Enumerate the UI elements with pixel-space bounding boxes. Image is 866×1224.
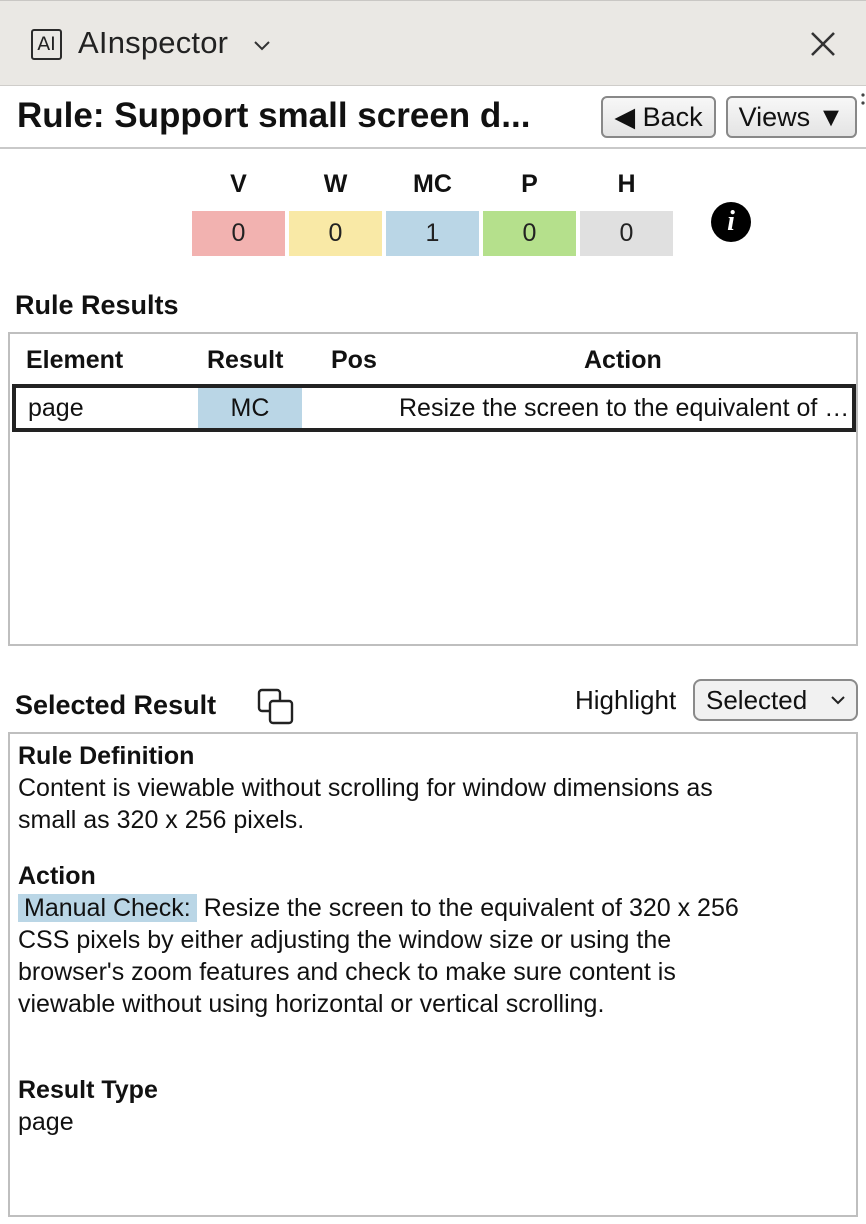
chevron-down-icon[interactable]	[252, 35, 272, 55]
summary-label: V	[230, 170, 247, 198]
summary-label: H	[617, 170, 636, 198]
rule-results-heading: Rule Results	[15, 290, 179, 320]
highlight-label: Highlight	[575, 685, 677, 715]
rule-definition-heading: Rule Definition	[18, 742, 195, 770]
summary-hidden: H 0	[580, 170, 673, 256]
summary-label: W	[323, 170, 348, 198]
summary-warnings: W 0	[289, 170, 382, 256]
copy-icon[interactable]	[257, 688, 295, 726]
app-logo-icon: AI	[31, 29, 62, 60]
summary-label: MC	[413, 170, 452, 198]
table-row[interactable]: page MC Resize the screen to the equival…	[12, 384, 856, 432]
summary-count: 0	[192, 211, 285, 256]
action-line: Manual Check: Resize the screen to the e…	[18, 892, 848, 924]
highlight-select-value: Selected	[706, 685, 808, 715]
page-title: Rule: Support small screen d...	[17, 96, 531, 135]
rule-results-grid: Element Result Pos Action page MC Resize…	[8, 332, 858, 646]
result-type-value: page	[18, 1108, 74, 1136]
action-heading: Action	[18, 862, 96, 890]
column-header-result[interactable]: Result	[207, 346, 283, 375]
manual-check-badge: Manual Check:	[18, 894, 197, 922]
rule-definition-line: small as 320 x 256 pixels.	[18, 806, 305, 834]
chevron-down-icon	[831, 696, 845, 705]
action-line: browser's zoom features and check to mak…	[18, 958, 676, 986]
info-icon[interactable]: i	[711, 202, 751, 242]
column-header-element[interactable]: Element	[26, 346, 123, 375]
action-line: CSS pixels by either adjusting the windo…	[18, 926, 672, 954]
close-icon[interactable]	[806, 27, 840, 61]
back-button[interactable]: ◀ Back	[601, 96, 716, 138]
action-text: Resize the screen to the equivalent of 3…	[196, 894, 739, 922]
app-title[interactable]: AInspector	[78, 25, 228, 61]
highlight-select[interactable]: Selected	[693, 679, 858, 721]
summary-count: 0	[483, 211, 576, 256]
action-line: viewable without using horizontal or ver…	[18, 990, 605, 1018]
rule-header: Rule: Support small screen d... ◀ Back V…	[0, 86, 866, 149]
summary-manual-checks: MC 1	[386, 170, 479, 256]
result-type-heading: Result Type	[18, 1076, 158, 1104]
selected-result-heading: Selected Result	[15, 690, 217, 720]
summary-count: 0	[580, 211, 673, 256]
summary-count: 0	[289, 211, 382, 256]
views-button[interactable]: Views ▼	[726, 96, 857, 138]
column-header-pos[interactable]: Pos	[331, 346, 377, 375]
selected-result-details: Rule Definition Content is viewable with…	[8, 732, 858, 1217]
rule-definition-line: Content is viewable without scrolling fo…	[18, 774, 713, 802]
row-action: Resize the screen to the equivalent of 3…	[399, 394, 856, 422]
summary-count: 1	[386, 211, 479, 256]
summary-label: P	[521, 170, 538, 198]
summary-passed: P 0	[483, 170, 576, 256]
row-result-badge: MC	[198, 388, 302, 428]
column-header-action[interactable]: Action	[584, 346, 662, 375]
row-element: page	[28, 394, 84, 422]
summary-violations: V 0	[192, 170, 285, 256]
app-titlebar: AI AInspector	[0, 0, 866, 86]
